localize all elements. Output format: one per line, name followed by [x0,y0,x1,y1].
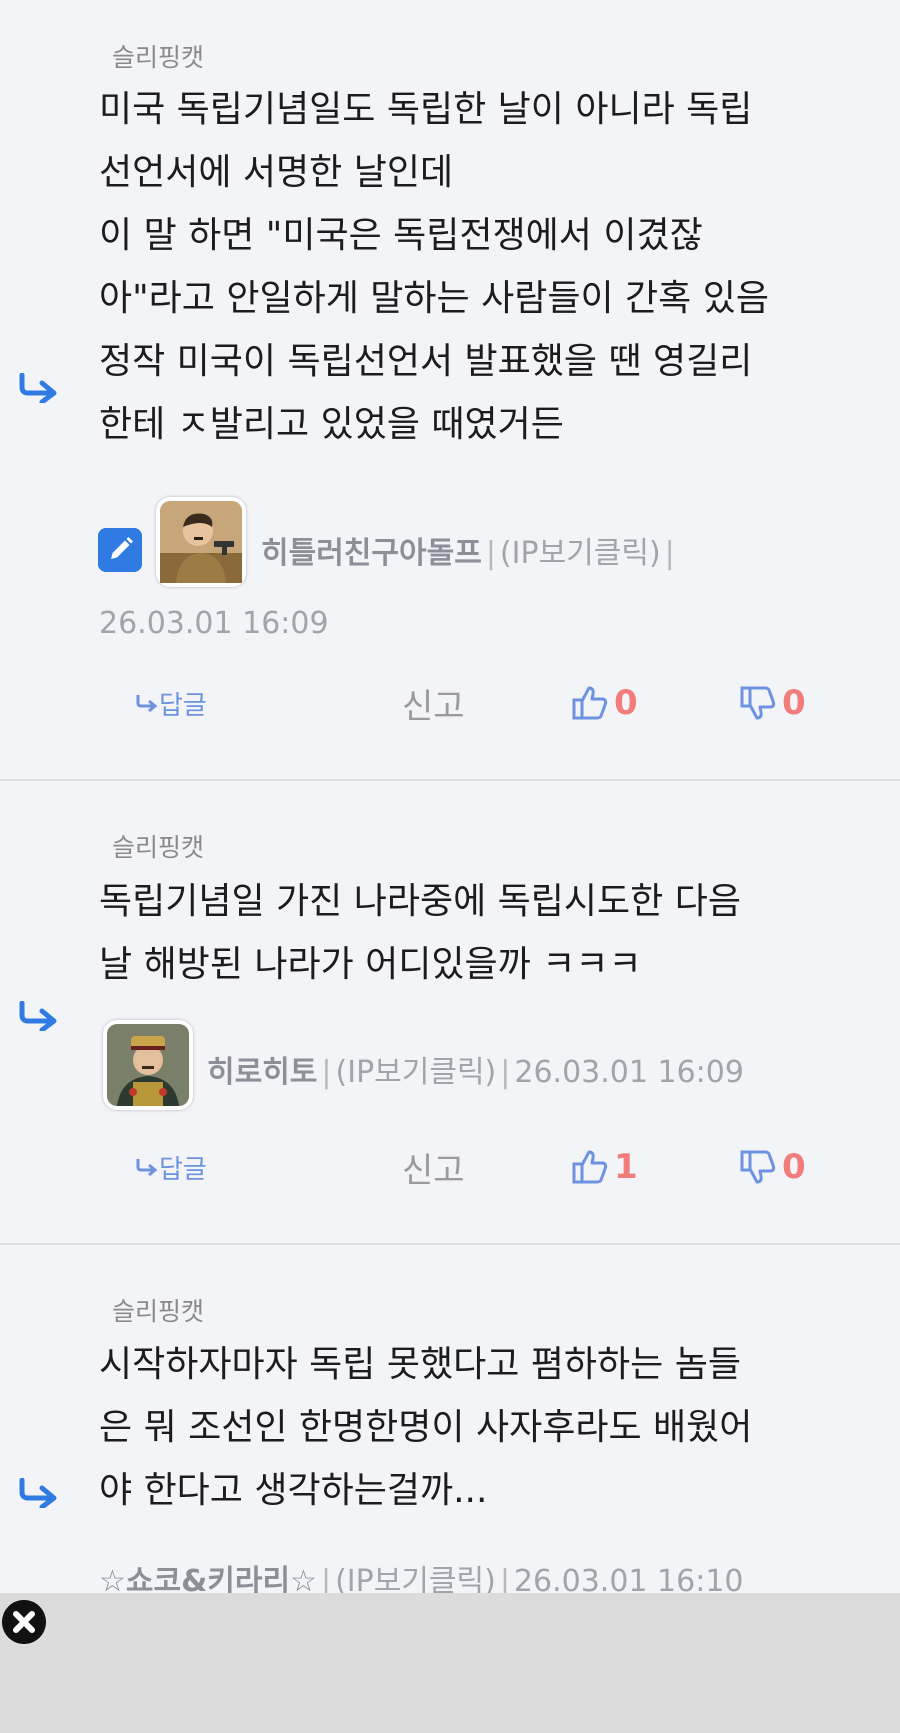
comment-line: 선언서에 서명한 날인데 [99,152,454,193]
meta-separator: | [664,536,675,571]
report-button[interactable]: 신고 [402,678,465,728]
dislike-count: 0 [782,1147,806,1187]
meta-separator: | [321,1055,332,1090]
reply-label: 답글 [159,1154,207,1185]
timestamp: 26.03.01 16:09 [514,1055,744,1090]
reply-arrow-icon [19,373,57,403]
comment-body: 시작하자마자 독립 못했다고 폄하하는 놈들 은 뭐 조선인 한명한명이 사자후… [99,1333,874,1522]
comment-divider [0,1243,900,1245]
reply-button[interactable]: 답글 [135,1142,207,1192]
comment-line: 미국 독립기념일도 독립한 날이 아니라 독립 [99,89,753,130]
author-name[interactable]: 히틀러친구아돌프 [261,536,482,571]
reply-to-username[interactable]: 슬리핑캣 [112,38,204,74]
comment-line: 한테 ㅈ발리고 있었을 때였거든 [99,404,564,445]
avatar[interactable] [156,497,246,587]
dislike-button[interactable]: 0 [740,678,806,728]
ad-banner[interactable] [0,1593,900,1733]
ip-link[interactable]: (IP보기클릭) [500,536,661,571]
thumbs-down-icon [740,686,776,720]
comment-line: 정작 미국이 독립선언서 발표했을 땐 영길리 [99,341,753,382]
comment-actions: 답글 신고 1 0 [0,1142,900,1192]
comment-meta: 히로히토 | (IP보기클릭) | 26.03.01 16:09 [207,1047,744,1091]
dislike-count: 0 [782,683,806,723]
reply-arrow-icon [136,1159,158,1177]
comment-body: 독립기념일 가진 나라중에 독립시도한 다음 날 해방된 나라가 어디있을까 ㅋ… [99,870,874,996]
timestamp: 26.03.01 16:09 [99,606,329,641]
comment-divider [0,779,900,781]
like-button[interactable]: 0 [572,678,638,728]
comment-line: 야 한다고 생각하는걸까... [99,1470,488,1511]
avatar[interactable] [103,1020,193,1110]
reply-button[interactable]: 답글 [135,678,207,728]
like-count: 1 [614,1147,638,1187]
reply-to-username[interactable]: 슬리핑캣 [112,828,204,864]
reply-label: 답글 [159,690,207,721]
reply-to-username[interactable]: 슬리핑캣 [112,1292,204,1328]
ip-link[interactable]: (IP보기클릭) [336,1055,497,1090]
comment-line: 아"라고 안일하게 말하는 사람들이 간혹 있음 [99,278,769,319]
meta-separator: | [485,536,496,571]
dislike-button[interactable]: 0 [740,1142,806,1192]
comment-line: 시작하자마자 독립 못했다고 폄하하는 놈들 [99,1344,741,1385]
comment-actions: 답글 신고 0 0 [0,678,900,728]
meta-separator: | [500,1055,511,1090]
author-name[interactable]: 히로히토 [207,1055,317,1090]
close-icon[interactable] [2,1600,46,1644]
thumbs-down-icon [740,1150,776,1184]
like-button[interactable]: 1 [572,1142,638,1192]
reply-arrow-icon [136,695,158,713]
comment-line: 이 말 하면 "미국은 독립전쟁에서 이겼잖 [99,215,703,256]
comment-body: 미국 독립기념일도 독립한 날이 아니라 독립 선언서에 서명한 날인데 이 말… [99,78,874,456]
like-count: 0 [614,683,638,723]
pencil-icon [98,528,142,572]
comment-line: 독립기념일 가진 나라중에 독립시도한 다음 [99,881,741,922]
comment-meta: 히틀러친구아돌프 | (IP보기클릭) | [261,528,679,572]
comment-line: 날 해방된 나라가 어디있을까 ㅋㅋㅋ [99,944,642,985]
reply-arrow-icon [19,1478,57,1508]
thumbs-up-icon [572,1150,608,1184]
comment-line: 은 뭐 조선인 한명한명이 사자후라도 배웠어 [99,1407,753,1448]
reply-arrow-icon [19,1001,57,1031]
thumbs-up-icon [572,686,608,720]
report-button[interactable]: 신고 [402,1142,465,1192]
